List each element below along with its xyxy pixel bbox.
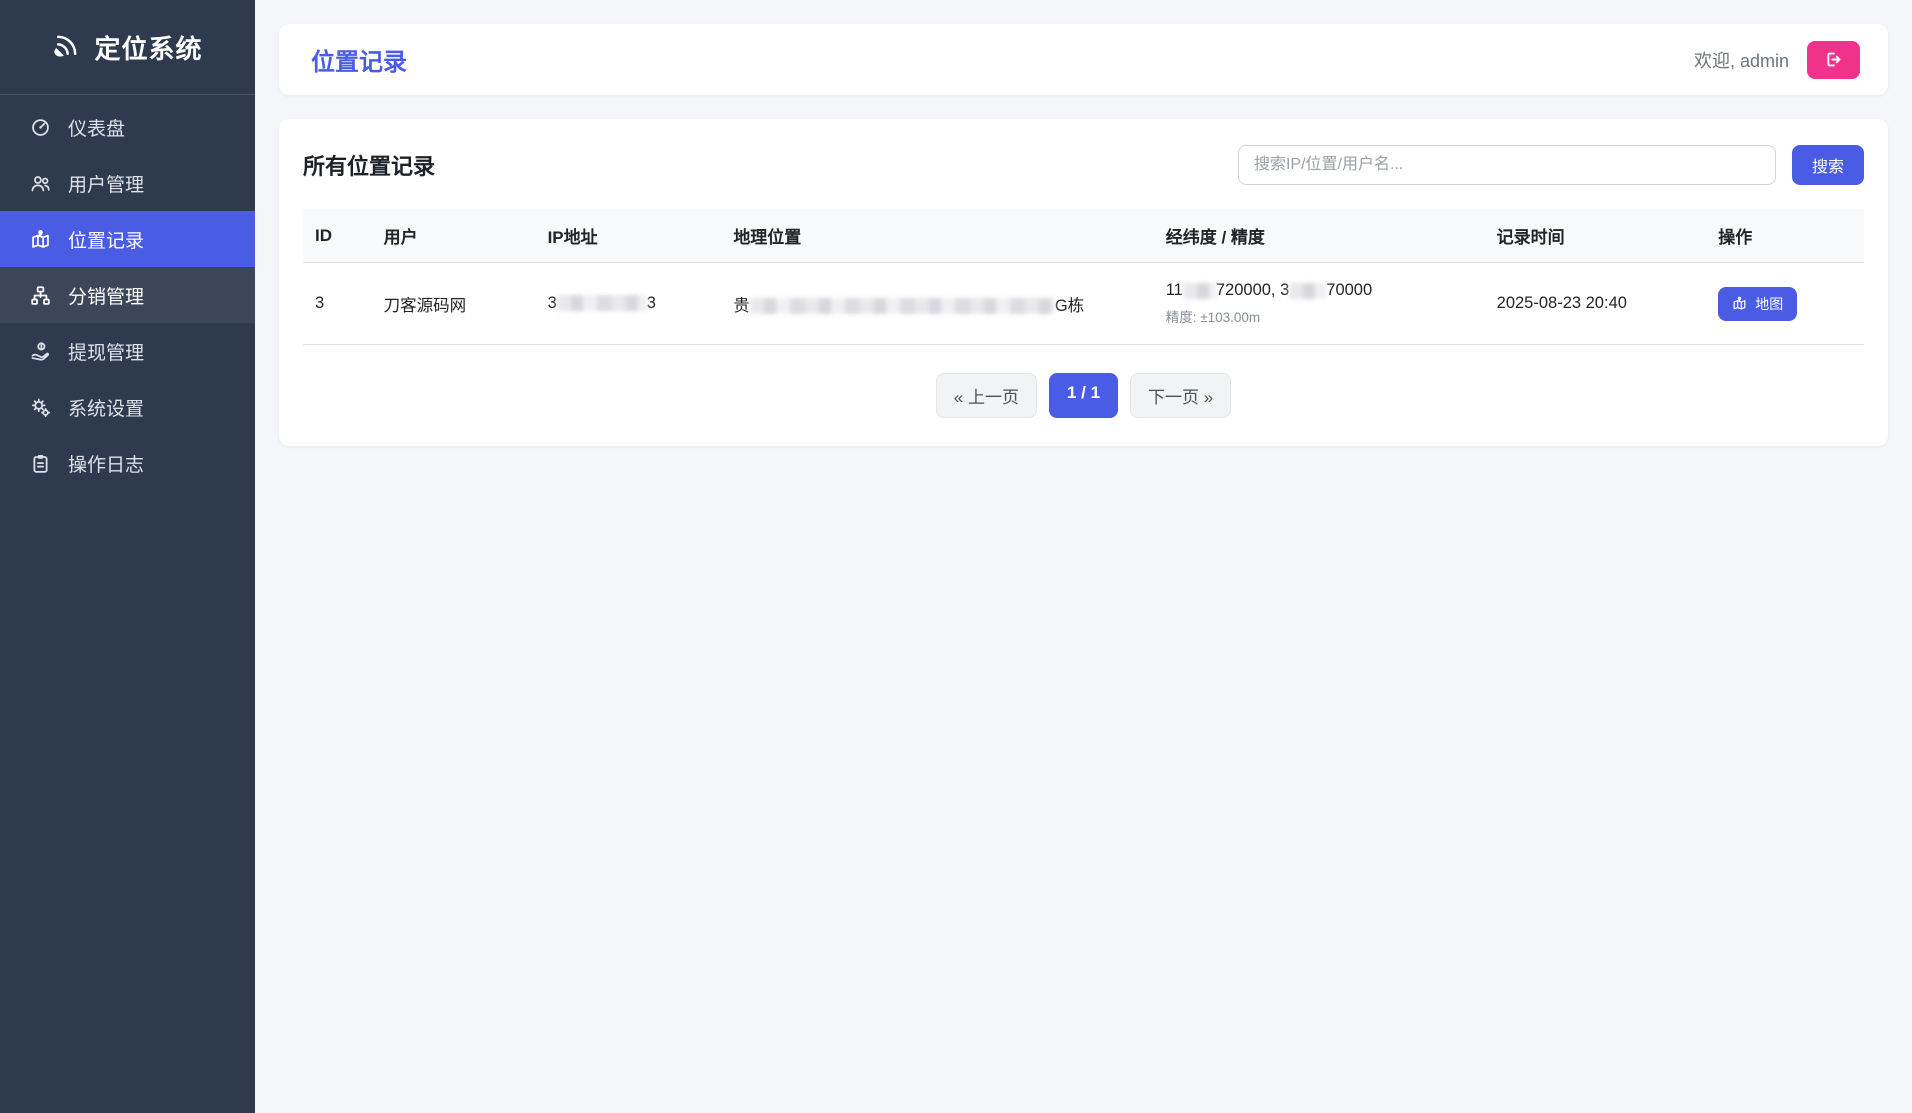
panel-heading: 所有位置记录 — [303, 149, 435, 181]
pagination: « 上一页 1 / 1 下一页 » — [303, 373, 1864, 418]
sidebar-item-distribution[interactable]: 分销管理 — [0, 267, 255, 323]
coord-part: 11 — [1166, 281, 1183, 300]
pagination-next-button[interactable]: 下一页 » — [1130, 373, 1231, 418]
sidebar-item-location-records[interactable]: 位置记录 — [0, 211, 255, 267]
sidebar-item-dashboard[interactable]: 仪表盘 — [0, 99, 255, 155]
coord-part: 720000, 3 — [1216, 281, 1289, 300]
logout-button[interactable] — [1807, 41, 1860, 79]
panel-top: 所有位置记录 搜索 — [303, 145, 1864, 185]
sitemap-icon — [29, 285, 51, 306]
column-header-location: 地理位置 — [721, 209, 1153, 263]
cell-time: 2025-08-23 20:40 — [1485, 263, 1707, 345]
ip-prefix: 3 — [548, 294, 557, 312]
pagination-current: 1 / 1 — [1049, 373, 1118, 418]
map-button-label: 地图 — [1755, 294, 1783, 314]
sidebar-item-settings[interactable]: 系统设置 — [0, 379, 255, 435]
satellite-dish-icon — [52, 30, 82, 65]
page-title: 位置记录 — [311, 42, 407, 77]
column-header-actions: 操作 — [1706, 209, 1864, 263]
hand-holding-dollar-icon — [29, 341, 51, 362]
gauge-icon — [29, 117, 51, 138]
redacted-blur — [557, 295, 647, 311]
pagination-prev-button[interactable]: « 上一页 — [936, 373, 1037, 418]
redacted-blur — [1289, 283, 1326, 299]
header-bar: 位置记录 欢迎, admin — [279, 24, 1888, 95]
cell-location: 贵 G栋 — [721, 263, 1153, 345]
brand: 定位系统 — [0, 0, 255, 95]
search-input[interactable] — [1238, 145, 1776, 185]
redacted-blur — [750, 298, 1055, 314]
cell-ip: 33 — [536, 263, 722, 345]
map-marked-icon — [1732, 296, 1747, 311]
column-header-ip: IP地址 — [536, 209, 722, 263]
coordinates-line: 11 720000, 3 70000 — [1166, 281, 1473, 300]
sidebar-item-label: 分销管理 — [68, 282, 144, 309]
column-header-id: ID — [303, 209, 372, 263]
column-header-coords: 经纬度 / 精度 — [1154, 209, 1485, 263]
sidebar-menu: 仪表盘 用户管理 位置记录 — [0, 95, 255, 491]
cell-actions: 地图 — [1706, 263, 1864, 345]
location-prefix: 贵 — [733, 297, 750, 315]
cell-coords: 11 720000, 3 70000 精度: ±103.00m — [1154, 263, 1485, 345]
sign-out-icon — [1824, 50, 1843, 69]
sidebar-item-label: 位置记录 — [68, 226, 144, 253]
table-header: ID 用户 IP地址 地理位置 经纬度 / 精度 记录时间 操作 — [303, 209, 1864, 263]
users-icon — [29, 173, 51, 194]
location-suffix: G栋 — [1055, 297, 1084, 315]
sidebar-item-withdrawals[interactable]: 提现管理 — [0, 323, 255, 379]
column-header-user: 用户 — [372, 209, 536, 263]
sidebar-item-label: 系统设置 — [68, 394, 144, 421]
redacted-blur — [1183, 283, 1216, 299]
map-marked-icon — [29, 229, 51, 250]
sidebar-item-label: 仪表盘 — [68, 114, 125, 141]
map-button[interactable]: 地图 — [1718, 287, 1797, 321]
sidebar-item-label: 操作日志 — [68, 450, 144, 477]
welcome-text: 欢迎, admin — [1694, 47, 1789, 73]
ip-suffix: 3 — [647, 294, 656, 312]
location-records-panel: 所有位置记录 搜索 ID 用户 IP地址 地理位置 经纬度 / 精度 记录时间 — [279, 119, 1888, 446]
table-row: 3 刀客源码网 33 贵G栋 11720000, 370000 精度: ±103… — [303, 263, 1864, 345]
cogs-icon — [29, 397, 51, 418]
cell-id: 3 — [303, 263, 372, 345]
records-table: ID 用户 IP地址 地理位置 经纬度 / 精度 记录时间 操作 3 刀客源码网… — [303, 209, 1864, 345]
sidebar: 定位系统 仪表盘 用户管理 — [0, 0, 255, 1113]
main-area: 位置记录 欢迎, admin 所有位置记录 搜索 — [255, 0, 1912, 1113]
sidebar-item-label: 提现管理 — [68, 338, 144, 365]
search-group: 搜索 — [1238, 145, 1864, 185]
sidebar-item-logs[interactable]: 操作日志 — [0, 435, 255, 491]
sidebar-item-label: 用户管理 — [68, 170, 144, 197]
search-button[interactable]: 搜索 — [1792, 145, 1864, 185]
brand-title: 定位系统 — [94, 29, 202, 66]
column-header-time: 记录时间 — [1485, 209, 1707, 263]
header-right: 欢迎, admin — [1694, 41, 1860, 79]
coord-part: 70000 — [1326, 281, 1372, 300]
cell-user: 刀客源码网 — [372, 263, 536, 345]
accuracy-text: 精度: ±103.00m — [1166, 306, 1473, 326]
clipboard-list-icon — [29, 453, 51, 474]
sidebar-item-users[interactable]: 用户管理 — [0, 155, 255, 211]
